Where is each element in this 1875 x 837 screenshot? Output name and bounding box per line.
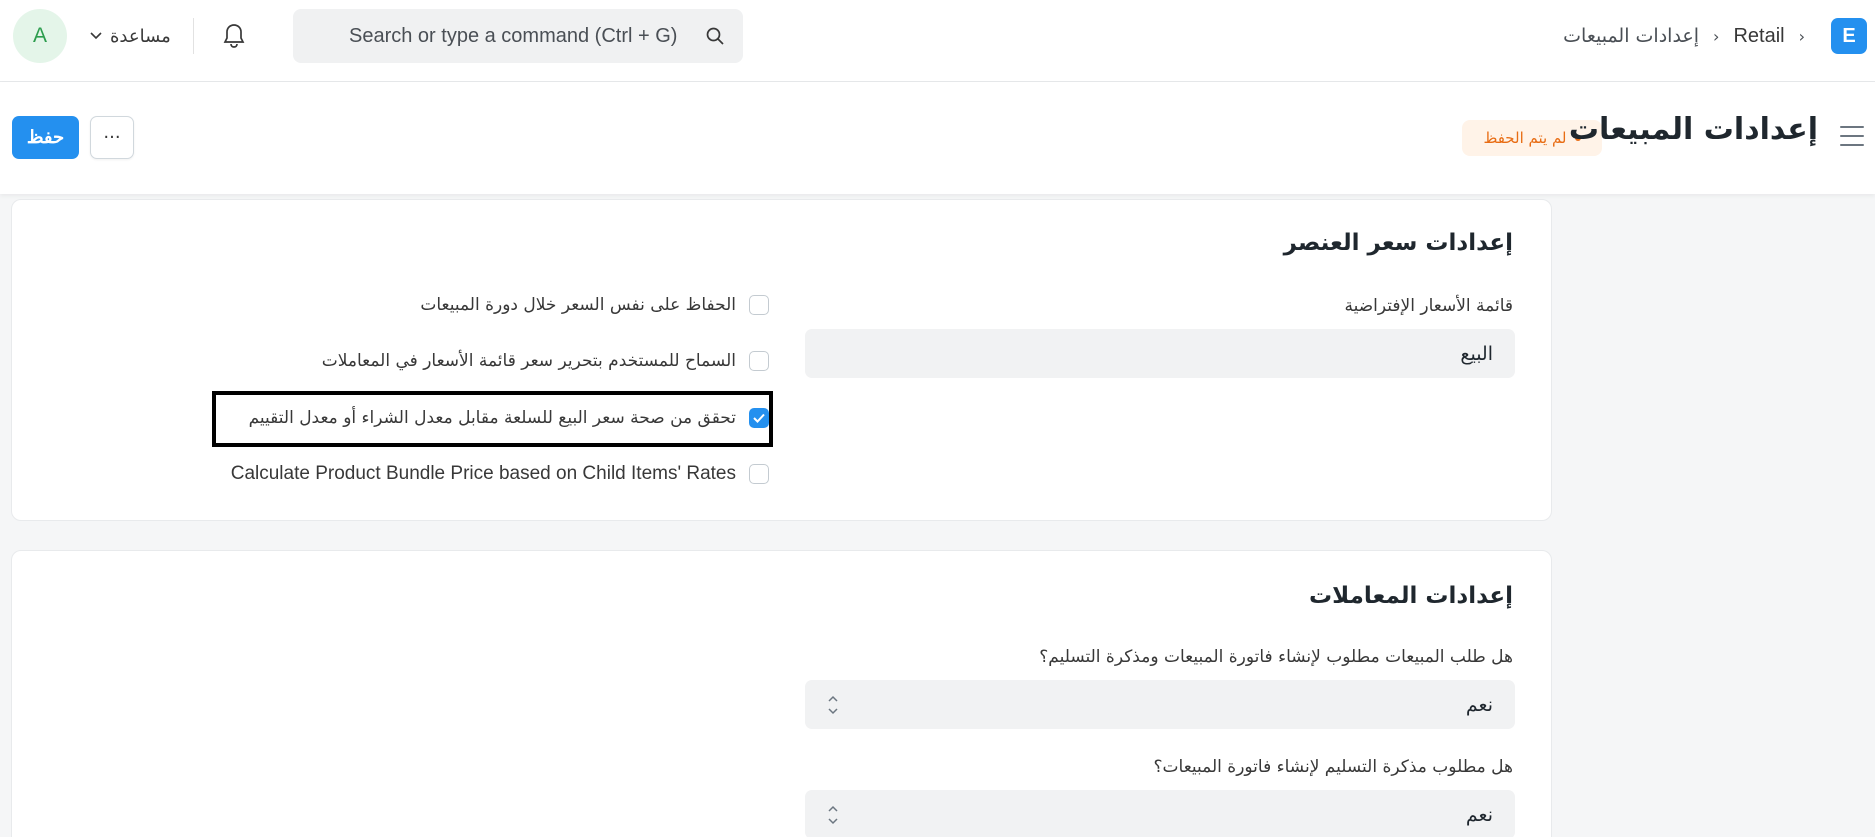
save-button[interactable]: حفظ	[12, 116, 79, 159]
chevron-down-icon	[90, 29, 102, 43]
section-title: إعدادات سعر العنصر	[1283, 230, 1513, 256]
search-bar[interactable]: Search or type a command (Ctrl + G)	[293, 9, 743, 63]
so-required-value: نعم	[1465, 693, 1493, 716]
section-title: إعدادات المعاملات	[1309, 583, 1513, 609]
so-required-select[interactable]: نعم	[805, 680, 1515, 729]
sidebar-toggle-icon[interactable]	[1840, 126, 1864, 146]
dn-required-select[interactable]: نعم	[805, 790, 1515, 837]
checkbox-label: الحفاظ على نفس السعر خلال دورة المبيعات	[420, 295, 736, 315]
item-price-settings-section: إعدادات سعر العنصر قائمة الأسعار الإفترا…	[11, 199, 1552, 521]
status-badge-label: لم يتم الحفظ	[1483, 129, 1567, 147]
breadcrumb-separator-icon: ›	[1713, 26, 1720, 46]
dn-required-value: نعم	[1465, 803, 1493, 826]
page-header: حفظ ··· لم يتم الحفظ إعدادات المبيعات	[0, 82, 1875, 194]
transaction-settings-section: إعدادات المعاملات هل طلب المبيعات مطلوب …	[11, 550, 1552, 837]
default-price-list-value: البيع	[1460, 342, 1493, 365]
breadcrumb-separator-icon: ›	[1798, 26, 1805, 46]
select-arrows-icon	[827, 694, 839, 716]
checkbox-label: تحقق من صحة سعر البيع للسلعة مقابل معدل …	[248, 408, 736, 428]
checkbox-allow-edit-price-list-rate[interactable]: السماح للمستخدم بتحرير سعر قائمة الأسعار…	[322, 351, 769, 371]
dn-required-label: هل مطلوب مذكرة التسليم لإنشاء فاتورة الم…	[1153, 757, 1513, 777]
ellipsis-icon: ···	[103, 127, 121, 148]
breadcrumb: › Retail › إعدادات المبيعات	[1563, 20, 1805, 52]
checkbox-checked[interactable]	[749, 408, 769, 428]
so-required-label: هل طلب المبيعات مطلوب لإنشاء فاتورة المب…	[1039, 647, 1513, 667]
search-icon	[705, 26, 725, 52]
default-price-list-label: قائمة الأسعار الإفتراضية	[1344, 296, 1514, 316]
checkmark-icon	[753, 413, 765, 423]
select-arrows-icon	[827, 804, 839, 826]
checkbox[interactable]	[749, 351, 769, 371]
checkbox[interactable]	[749, 464, 769, 484]
checkbox-calculate-bundle-price[interactable]: Calculate Product Bundle Price based on …	[231, 463, 769, 485]
notification-bell-icon[interactable]	[220, 20, 248, 52]
user-avatar[interactable]: A	[13, 9, 67, 63]
page-title: إعدادات المبيعات	[1568, 112, 1818, 147]
checkbox[interactable]	[749, 295, 769, 315]
checkbox-validate-selling-price[interactable]: تحقق من صحة سعر البيع للسلعة مقابل معدل …	[249, 408, 769, 428]
breadcrumb-sales-settings[interactable]: إعدادات المبيعات	[1563, 25, 1699, 47]
navbar-divider	[193, 18, 194, 54]
help-label: مساعدة	[110, 25, 171, 47]
default-price-list-input[interactable]: البيع	[805, 329, 1515, 378]
more-actions-button[interactable]: ···	[90, 116, 134, 159]
top-navbar: A مساعدة Search or type a command (Ctrl …	[0, 0, 1875, 82]
help-dropdown[interactable]: مساعدة	[90, 20, 171, 52]
checkbox-label: السماح للمستخدم بتحرير سعر قائمة الأسعار…	[321, 351, 736, 371]
search-placeholder: Search or type a command (Ctrl + G)	[349, 24, 678, 47]
checkbox-label: Calculate Product Bundle Price based on …	[230, 463, 736, 484]
breadcrumb-retail[interactable]: Retail	[1733, 25, 1784, 48]
checkbox-maintain-same-rate[interactable]: الحفاظ على نفس السعر خلال دورة المبيعات	[420, 295, 769, 315]
app-logo[interactable]: E	[1831, 18, 1867, 54]
